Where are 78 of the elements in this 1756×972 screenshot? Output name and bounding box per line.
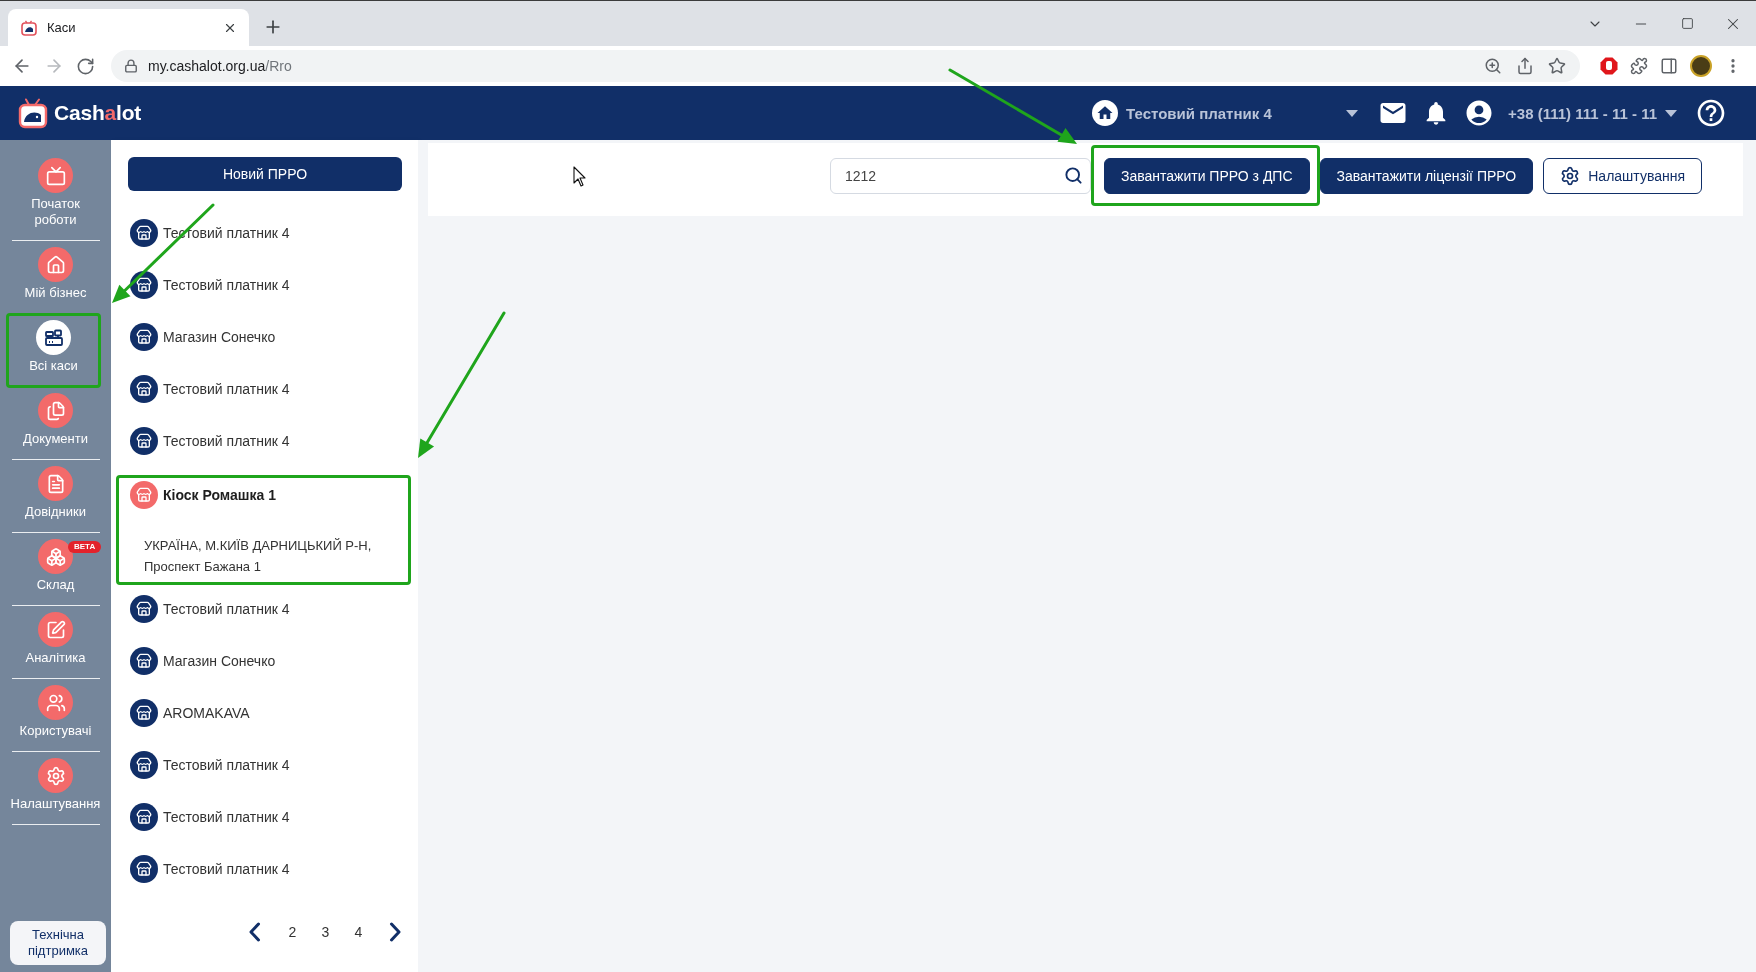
store-icon [130, 595, 158, 623]
puzzle-icon[interactable] [1630, 57, 1648, 75]
users-icon [38, 685, 73, 720]
settings-icon [38, 758, 73, 793]
store-icon [130, 271, 158, 299]
side-panel-icon[interactable] [1660, 57, 1678, 75]
toolbar-button[interactable]: Завантажити ПРРО з ДПС [1104, 157, 1310, 194]
stop-sign-icon[interactable] [1600, 57, 1618, 75]
register-item[interactable]: Тестовий платник 4 [128, 791, 402, 843]
chevron-left-icon[interactable] [248, 922, 261, 942]
star-icon[interactable] [1548, 57, 1566, 75]
sidebar-item[interactable]: Аналітика [0, 606, 111, 678]
support-button[interactable]: Технічна підтримка [10, 921, 106, 965]
store-icon [130, 855, 158, 883]
search-icon[interactable] [1064, 165, 1083, 185]
chevron-right-icon[interactable] [389, 922, 402, 942]
register-item[interactable]: Тестовий платник 4 [128, 415, 402, 467]
toolbar-button[interactable]: Завантажити ліцензії ПРРО [1319, 157, 1534, 194]
sidebar-item[interactable]: Всі каси [9, 316, 98, 384]
store-icon [130, 375, 158, 403]
register-item[interactable]: Магазин Сонечко [128, 311, 402, 363]
register-item[interactable]: Тестовий платник 4 [128, 583, 402, 635]
register-item[interactable]: Магазин Сонечко [128, 635, 402, 687]
register-address: УКРАЇНА, М.КИЇВ ДАРНИЦЬКИЙ Р-Н, Проспект Бажана 1 [143, 537, 373, 576]
tv-icon [38, 158, 73, 193]
logo-text: Cashalot [54, 101, 142, 125]
browser-tab[interactable]: Каси [8, 9, 249, 46]
logo-icon [18, 97, 48, 129]
sidebar-item[interactable]: Мій бізнес [0, 241, 111, 313]
sidebar-item[interactable]: Довідники [0, 460, 111, 532]
store-icon [130, 699, 158, 727]
toolbar-button[interactable]: Налаштування [1543, 157, 1702, 194]
register-item[interactable]: Тестовий платник 4 [128, 739, 402, 791]
register-item[interactable]: Тестовий платник 4 [128, 843, 402, 895]
settings-icon [1560, 165, 1581, 186]
mouse-cursor-icon [573, 166, 586, 187]
sidebar-item[interactable]: Початок роботи [0, 152, 111, 240]
share-icon[interactable] [1516, 57, 1534, 75]
document-icon [38, 466, 73, 501]
page-link[interactable]: 2 [276, 924, 309, 940]
help-icon[interactable] [1695, 97, 1727, 129]
store-icon [130, 751, 158, 779]
documents-icon [38, 393, 73, 428]
url-text: my.cashalot.org.ua/Rro [148, 58, 292, 74]
store-icon [130, 323, 158, 351]
avatar-icon[interactable] [1690, 55, 1712, 77]
zoom-icon[interactable] [1484, 57, 1502, 75]
sidebar-item[interactable]: Налаштування [0, 752, 111, 824]
store-icon [130, 481, 158, 509]
register-item[interactable]: Кіоск Ромашка 1 [119, 478, 408, 512]
boxes-icon [38, 539, 73, 574]
cash-register-icon [36, 320, 71, 355]
store-icon [130, 647, 158, 675]
caret-icon [1346, 109, 1359, 117]
house-icon [38, 247, 73, 282]
register-item[interactable]: Тестовий платник 4 [128, 259, 402, 311]
house-icon [1092, 100, 1119, 126]
reload-icon[interactable] [76, 56, 95, 76]
lock-icon [124, 59, 138, 73]
sidebar-item[interactable]: Документи [0, 387, 111, 459]
caret-icon [1665, 109, 1677, 117]
register-item[interactable]: Тестовий платник 4 [128, 363, 402, 415]
edit-icon [38, 612, 73, 647]
company-selector[interactable]: Тестовий платник 4 [1092, 100, 1359, 126]
page-link[interactable]: 3 [309, 924, 342, 940]
maximize-icon[interactable] [1680, 17, 1694, 30]
account-menu[interactable]: +38 (111) 111 - 11 - 11 [1508, 104, 1677, 122]
address-field[interactable]: my.cashalot.org.ua/Rro [111, 50, 1580, 82]
store-icon [130, 803, 158, 831]
beta-badge: BETA [68, 541, 102, 553]
page-link[interactable]: 4 [342, 924, 375, 940]
sidebar-item[interactable]: Користувачі [0, 679, 111, 751]
store-icon [130, 427, 158, 455]
register-item[interactable]: AROMAKAVA [128, 687, 402, 739]
store-icon [130, 219, 158, 247]
new-register-button[interactable]: Новий ПРРО [128, 157, 402, 191]
search-field[interactable]: 1212 [830, 157, 1091, 194]
favicon-icon [21, 19, 37, 36]
